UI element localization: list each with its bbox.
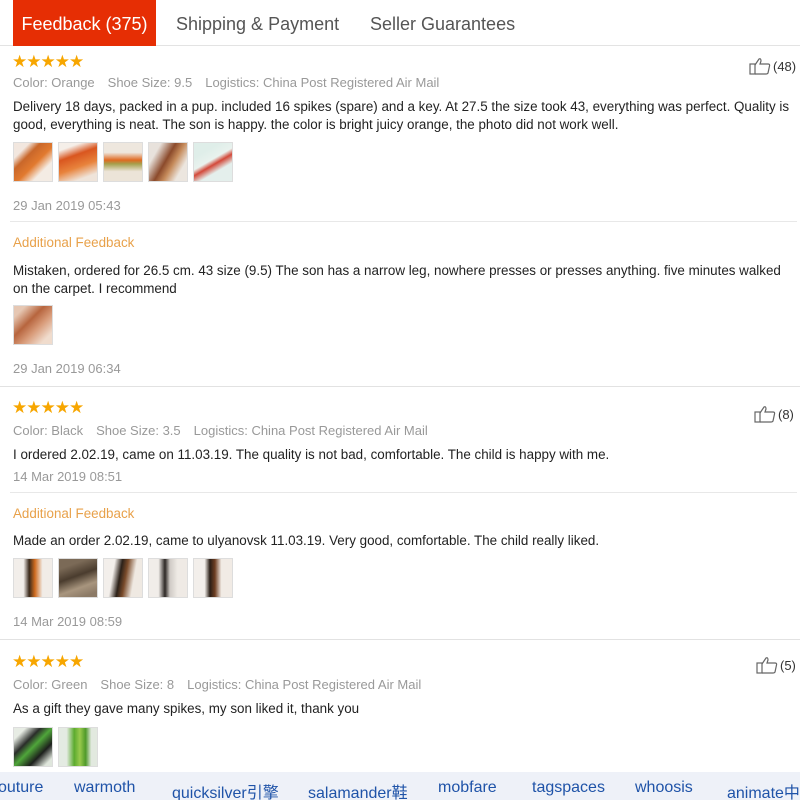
tab-feedback[interactable]: Feedback (375)	[13, 0, 156, 46]
star-icon: ★	[69, 52, 84, 71]
tag-link[interactable]: whoosis	[635, 779, 693, 797]
tag-link[interactable]: salamander鞋	[308, 779, 408, 800]
tag-link[interactable]: tagspaces	[532, 779, 605, 797]
thumbs-up-icon	[749, 58, 771, 75]
review-photo[interactable]	[103, 558, 143, 598]
review-date: 14 Mar 2019 08:51	[13, 469, 123, 484]
review-meta: Color: Orange Shoe Size: 9.5 Logistics: Ch…	[13, 75, 439, 90]
review-color: Color: Green	[13, 677, 88, 692]
review-text: I ordered 2.02.19, came on 11.03.19. The…	[13, 447, 610, 462]
thumbs-up-icon	[756, 657, 778, 674]
star-icon: ★	[69, 398, 84, 417]
tag-link[interactable]: mobfare	[438, 779, 497, 797]
review-date: 29 Jan 2019 05:43	[13, 198, 121, 213]
star-icon: ★	[12, 652, 27, 671]
review-photo[interactable]	[13, 558, 53, 598]
additional-feedback-text: Mistaken, ordered for 26.5 cm. 43 size (…	[13, 263, 781, 296]
helpful-button[interactable]: (5)	[756, 656, 796, 674]
tag-link[interactable]: warmoth	[74, 779, 135, 797]
star-icon: ★	[40, 398, 56, 417]
review-photos	[13, 142, 238, 182]
tab-seller-guarantees[interactable]: Seller Guarantees	[358, 0, 527, 46]
review-meta: Color: Black Shoe Size: 3.5 Logistics: Chi…	[13, 423, 428, 438]
review-logistics: Logistics: China Post Registered Air Mai…	[193, 423, 428, 438]
star-icon: ★	[40, 52, 56, 71]
tab-shipping-payment[interactable]: Shipping & Payment	[164, 0, 351, 46]
additional-feedback-text: Made an order 2.02.19, came to ulyanovsk…	[13, 533, 600, 548]
additional-photos	[13, 558, 238, 598]
rating-stars: ★★★★★	[12, 398, 84, 417]
related-tags-bar: outure warmoth quicksilver引擎 salamander鞋…	[0, 772, 800, 800]
additional-feedback-label: Additional Feedback	[13, 506, 135, 521]
review-photo[interactable]	[13, 142, 53, 182]
star-icon: ★	[54, 398, 70, 417]
divider	[10, 221, 797, 222]
star-icon: ★	[54, 52, 70, 71]
helpful-button[interactable]: (8)	[754, 405, 794, 423]
review-photo[interactable]	[193, 558, 233, 598]
review-divider	[0, 639, 800, 640]
review-photo[interactable]	[148, 142, 188, 182]
review-color: Color: Black	[13, 423, 84, 438]
review-photo[interactable]	[13, 727, 53, 767]
review-photo[interactable]	[13, 305, 53, 345]
review-color: Color: Orange	[13, 75, 95, 90]
star-icon: ★	[26, 652, 41, 671]
star-icon: ★	[12, 398, 27, 417]
review-photo[interactable]	[58, 142, 98, 182]
rating-stars: ★★★★★	[12, 652, 84, 671]
review-photos	[13, 727, 103, 767]
star-icon: ★	[26, 52, 41, 71]
divider	[10, 492, 797, 493]
review-photo[interactable]	[58, 558, 98, 598]
tag-link[interactable]: animate中	[727, 779, 800, 800]
review-photo[interactable]	[193, 142, 233, 182]
review-shoe-size: Shoe Size: 3.5	[96, 423, 181, 438]
tag-link[interactable]: quicksilver引擎	[172, 779, 279, 800]
additional-feedback-date: 14 Mar 2019 08:59	[13, 614, 123, 629]
star-icon: ★	[69, 652, 84, 671]
additional-feedback-date: 29 Jan 2019 06:34	[13, 361, 121, 376]
rating-stars: ★★★★★	[12, 52, 84, 71]
star-icon: ★	[54, 652, 70, 671]
review-shoe-size: Shoe Size: 8	[100, 677, 175, 692]
thumbs-up-icon	[754, 406, 776, 423]
helpful-count: (8)	[778, 406, 794, 422]
star-icon: ★	[40, 652, 56, 671]
star-icon: ★	[26, 398, 41, 417]
star-icon: ★	[12, 52, 27, 71]
additional-photos	[13, 305, 58, 345]
feedback-tabs: Feedback (375) Shipping & Payment Seller…	[0, 0, 800, 46]
review-text: Delivery 18 days, packed in a pup. inclu…	[13, 99, 790, 132]
helpful-button[interactable]: (48)	[749, 57, 796, 75]
review-meta: Color: Green Shoe Size: 8 Logistics: China…	[13, 677, 421, 692]
review-text: As a gift they gave many spikes, my son …	[13, 701, 360, 716]
helpful-count: (48)	[773, 58, 797, 74]
review-logistics: Logistics: China Post Registered Air Mai…	[187, 677, 422, 692]
review-shoe-size: Shoe Size: 9.5	[107, 75, 193, 90]
additional-feedback-label: Additional Feedback	[13, 235, 135, 250]
review-photo[interactable]	[103, 142, 143, 182]
tag-link[interactable]: outure	[0, 779, 43, 797]
review-divider	[0, 386, 800, 387]
review-photo[interactable]	[148, 558, 188, 598]
review-logistics: Logistics: China Post Registered Air Mai…	[205, 75, 440, 90]
helpful-count: (5)	[780, 657, 796, 673]
review-photo[interactable]	[58, 727, 98, 767]
